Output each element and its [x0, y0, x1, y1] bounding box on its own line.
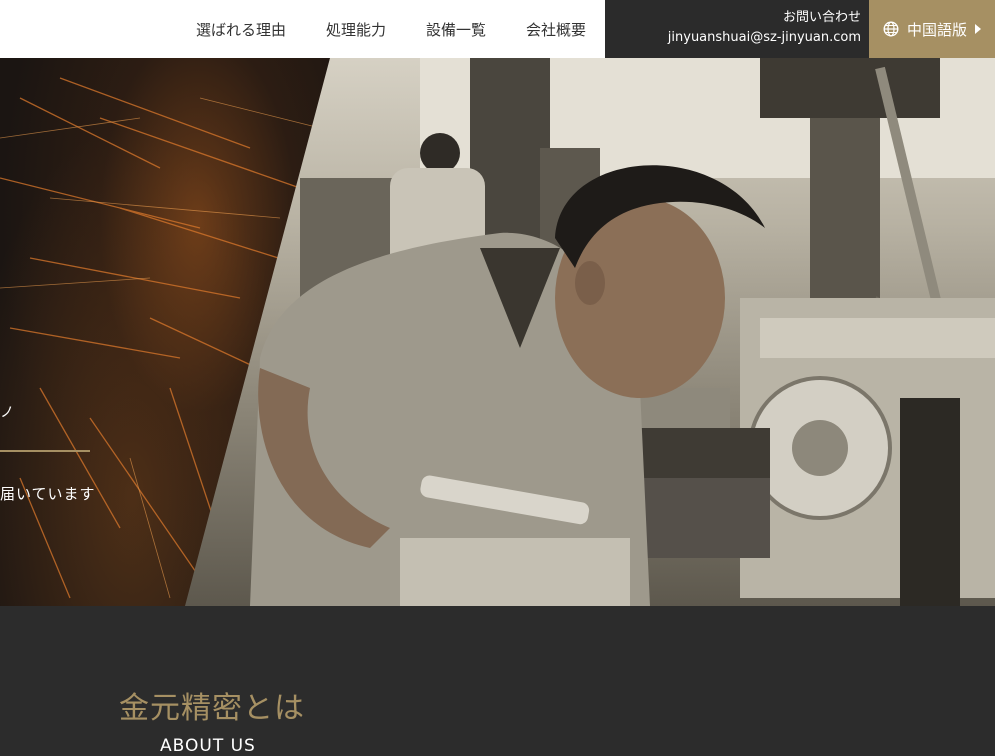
hero-tag-text: ノ: [0, 405, 14, 421]
language-label: 中国語版: [907, 20, 968, 39]
nav-item-equipment[interactable]: 設備一覧: [426, 19, 486, 40]
contact-email[interactable]: jinyuanshuai@sz-jinyuan.com: [605, 27, 861, 49]
about-subtitle: ABOUT US: [160, 736, 256, 756]
contact-label: お問い合わせ: [782, 10, 861, 25]
about-title: 金元精密とは: [119, 691, 305, 726]
language-switch-button[interactable]: 中国語版: [869, 0, 995, 58]
caret-right-icon: [975, 24, 982, 34]
hero-subtitle: 届いています: [0, 485, 96, 503]
nav-item-reasons[interactable]: 選ばれる理由: [196, 19, 286, 40]
main-nav: 選ばれる理由 処理能力 設備一覧 会社概要: [0, 0, 605, 58]
hero-divider: [0, 450, 90, 452]
contact-block[interactable]: お問い合わせ jinyuanshuai@sz-jinyuan.com: [605, 0, 869, 58]
hero-section: ノ 届いています: [0, 58, 995, 606]
globe-icon: [883, 21, 899, 37]
nav-item-capability[interactable]: 処理能力: [326, 19, 386, 40]
nav-item-company[interactable]: 会社概要: [526, 19, 586, 40]
